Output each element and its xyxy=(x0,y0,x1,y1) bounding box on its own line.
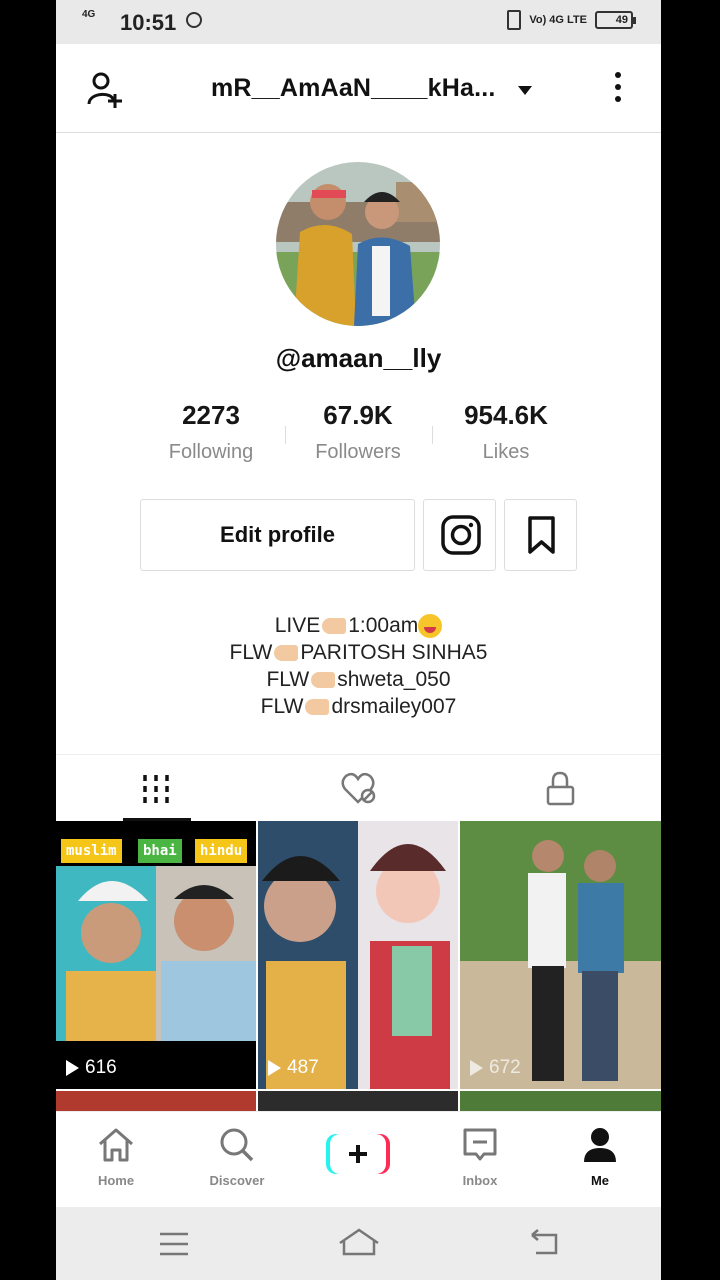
back-icon[interactable] xyxy=(528,1229,560,1257)
profile-handle: @amaan__lly xyxy=(275,343,442,373)
menu-icon[interactable] xyxy=(159,1231,189,1257)
hidden-heart-icon xyxy=(341,772,376,804)
add-user-icon[interactable] xyxy=(86,70,126,110)
status-bar: 4G 10:51 Vo) 4G LTE 49 xyxy=(56,0,661,44)
video-thumbnail[interactable] xyxy=(56,1091,256,1111)
account-username[interactable]: mR__AmAaN____kHa... xyxy=(211,74,496,103)
likes-count: 954.6K xyxy=(464,400,548,430)
edit-profile-button[interactable]: Edit profile xyxy=(140,499,415,571)
video-tag: hindu xyxy=(195,839,248,863)
video-thumbnail[interactable]: 672 xyxy=(460,821,661,1089)
pointing-hand-icon xyxy=(311,672,336,689)
nav-label: Inbox xyxy=(462,1173,498,1188)
video-views: 672 xyxy=(470,1057,521,1079)
tab-private[interactable] xyxy=(460,755,661,821)
favorites-button[interactable] xyxy=(504,499,577,571)
nav-label: Discover xyxy=(209,1173,265,1188)
pointing-hand-icon xyxy=(322,618,347,635)
home-icon xyxy=(99,1128,133,1162)
bio-line: FLW PARITOSH SINHA5 xyxy=(229,641,488,664)
volte-indicator: Vo) 4G LTE xyxy=(529,14,587,26)
grid-icon xyxy=(143,775,169,803)
likes-label: Likes xyxy=(482,441,530,463)
bottom-navigation: Home Discover Inbox Me xyxy=(56,1111,661,1208)
pointing-hand-icon xyxy=(274,645,299,662)
system-navigation-bar xyxy=(56,1207,661,1280)
nav-label: Home xyxy=(97,1173,135,1188)
profile-tabs xyxy=(56,754,661,821)
bio-line: FLW drsmailey007 xyxy=(260,695,457,718)
video-views: 487 xyxy=(268,1057,319,1079)
nav-home[interactable]: Home xyxy=(66,1126,166,1188)
following-count: 2273 xyxy=(182,400,240,430)
lock-icon xyxy=(546,771,575,806)
vibrate-icon xyxy=(507,10,522,30)
video-grid: muslim bhai hindu 616 487 672 xyxy=(56,821,661,1091)
more-options-icon[interactable] xyxy=(613,72,623,108)
instagram-icon xyxy=(441,515,481,555)
video-thumbnail[interactable] xyxy=(258,1091,458,1111)
bio-line: LIVE 1:00am xyxy=(56,612,661,639)
followers-label: Followers xyxy=(315,441,401,463)
video-views: 616 xyxy=(66,1057,117,1079)
play-icon xyxy=(268,1060,281,1076)
stat-likes[interactable]: 954.6K Likes xyxy=(431,400,581,464)
status-time: 10:51 xyxy=(120,10,177,35)
bookmark-icon xyxy=(528,516,555,554)
pointing-hand-icon xyxy=(305,699,330,716)
home-button-icon[interactable] xyxy=(338,1227,380,1257)
tab-liked[interactable] xyxy=(258,755,459,821)
stat-following[interactable]: 2273 Following xyxy=(136,400,286,464)
stat-divider xyxy=(432,426,433,444)
profile-header: mR__AmAaN____kHa... xyxy=(56,44,661,133)
instagram-button[interactable] xyxy=(423,499,496,571)
video-thumbnail[interactable] xyxy=(460,1091,661,1111)
search-icon xyxy=(220,1128,254,1162)
network-indicator: 4G xyxy=(82,9,96,20)
phone-screen: 4G 10:51 Vo) 4G LTE 49 mR__AmAaN____kHa.… xyxy=(56,0,661,1280)
tab-videos[interactable] xyxy=(56,755,257,821)
play-icon xyxy=(66,1060,79,1076)
profile-icon xyxy=(584,1128,616,1162)
video-thumbnail[interactable]: muslim bhai hindu 616 xyxy=(56,821,256,1089)
bio-line: FLW shweta_050 xyxy=(266,668,451,691)
video-tag: bhai xyxy=(138,839,182,863)
following-label: Following xyxy=(168,441,254,463)
whatsapp-icon xyxy=(186,12,202,28)
followers-count: 67.9K xyxy=(323,400,393,430)
nav-discover[interactable]: Discover xyxy=(187,1126,287,1188)
nav-me[interactable]: Me xyxy=(550,1126,650,1188)
inbox-icon xyxy=(463,1128,497,1161)
chevron-down-icon[interactable] xyxy=(518,86,532,95)
avatar[interactable] xyxy=(276,162,440,326)
stat-divider xyxy=(285,426,286,444)
play-icon xyxy=(470,1060,483,1076)
status-right: Vo) 4G LTE 49 xyxy=(507,10,636,30)
profile-bio: LIVE 1:00am FLW PARITOSH SINHA5 FLW shweta_… xyxy=(56,612,661,720)
create-video-button[interactable] xyxy=(324,1132,392,1176)
nav-label: Me xyxy=(590,1173,610,1188)
battery-icon: 49 xyxy=(595,11,636,29)
nav-inbox[interactable]: Inbox xyxy=(430,1126,530,1188)
video-thumbnail[interactable]: 487 xyxy=(258,821,458,1089)
stat-followers[interactable]: 67.9K Followers xyxy=(283,400,433,464)
video-tag: muslim xyxy=(61,839,122,863)
profile-stats: 2273 Following 67.9K Followers 954.6K Li… xyxy=(56,400,661,470)
smiley-icon xyxy=(418,614,443,639)
